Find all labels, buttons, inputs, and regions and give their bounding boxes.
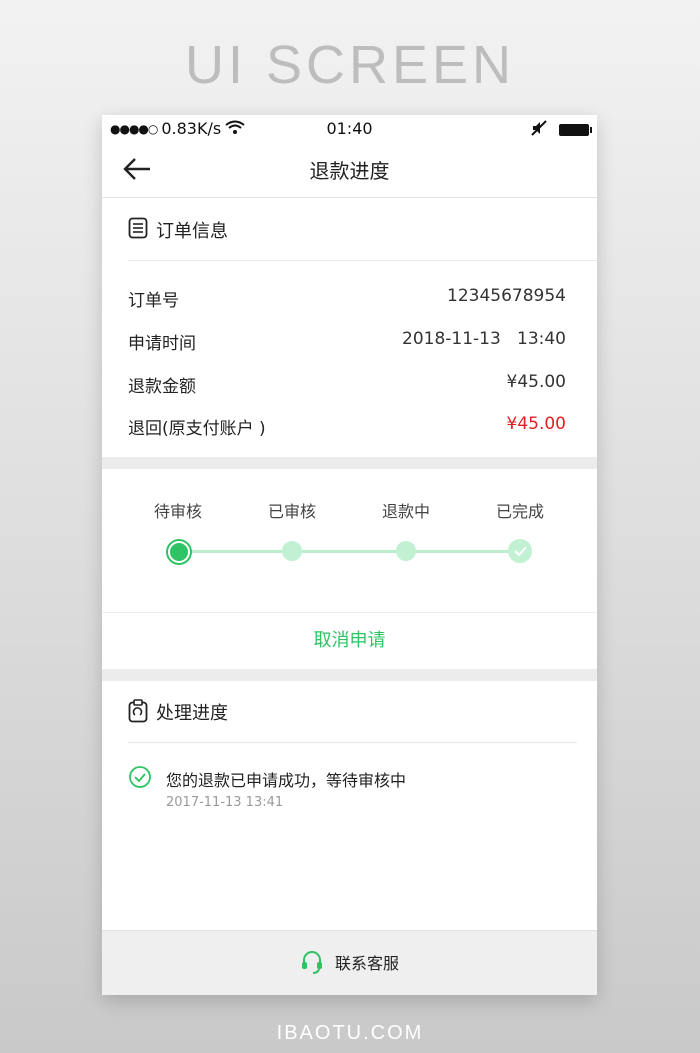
step-dot (396, 541, 416, 561)
step-dot (282, 541, 302, 561)
status-time: 01:40 (326, 119, 373, 138)
phone-screen: ●●●●○ 0.83K/s 01:40 退款进度 订单信息 订单号 123456… (102, 115, 597, 995)
order-number-row: 订单号 12345678954 (128, 286, 566, 311)
step-dot-check (508, 539, 532, 563)
clipboard-icon (128, 699, 148, 727)
page-title: 退款进度 (309, 159, 390, 183)
row-value: ¥45.00 (506, 372, 566, 392)
divider (128, 742, 577, 743)
banner-title: UI SCREEN (184, 35, 516, 95)
row-label: 申请时间 (128, 334, 196, 354)
order-section-title: 订单信息 (156, 221, 228, 242)
row-label: 退回(原支付账户 ) (128, 419, 266, 439)
section-gap (102, 669, 597, 681)
apply-time-row: 申请时间 2018-11-13 13:40 (128, 329, 566, 354)
progress-section-title: 处理进度 (156, 703, 228, 724)
row-label: 订单号 (128, 291, 179, 311)
step-label-pending: 待审核 (153, 502, 202, 521)
progress-section-header: 处理进度 (102, 681, 597, 739)
step-label-refunding: 退款中 (381, 502, 430, 521)
step-label-completed: 已完成 (495, 502, 544, 521)
row-label: 退款金额 (128, 377, 196, 397)
refund-account-row: 退回(原支付账户 ) ¥45.00 (128, 414, 566, 439)
contact-label: 联系客服 (335, 954, 400, 973)
order-section-header: 订单信息 (102, 199, 597, 257)
battery-icon (559, 124, 592, 136)
section-gap (102, 457, 597, 469)
contact-service-button[interactable]: 联系客服 (102, 930, 597, 995)
mute-icon (531, 120, 547, 140)
step-label-reviewed: 已审核 (267, 502, 316, 521)
step-track (180, 550, 520, 553)
document-icon (128, 217, 148, 243)
footer-watermark: IBAOTU.COM (276, 1022, 424, 1044)
divider (128, 260, 597, 261)
row-value: 12345678954 (447, 286, 566, 306)
status-bar: ●●●●○ 0.83K/s 01:40 (102, 115, 597, 141)
row-value-highlight: ¥45.00 (506, 414, 566, 434)
success-check-icon (128, 765, 152, 793)
row-value: 2018-11-13 13:40 (402, 329, 566, 349)
nav-bar: 退款进度 (102, 141, 597, 198)
progress-time: 2017-11-13 13:41 (166, 795, 284, 810)
progress-message: 您的退款已申请成功，等待审核中 (166, 771, 407, 790)
check-icon (514, 546, 527, 557)
step-dot-current (168, 541, 190, 563)
cancel-request-button[interactable]: 取消申请 (102, 612, 597, 669)
headset-icon (300, 949, 324, 979)
refund-amount-row: 退款金额 ¥45.00 (128, 372, 566, 397)
